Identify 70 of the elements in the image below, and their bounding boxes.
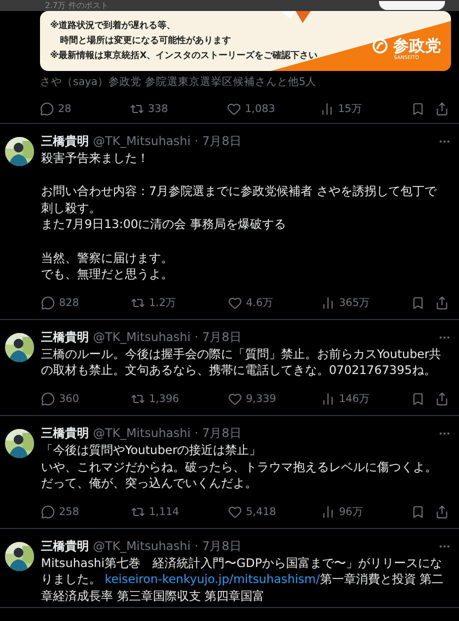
- like-count: 1,083: [245, 103, 276, 115]
- separator-dot: ·: [194, 330, 198, 344]
- author-handle: @TK_Mitsuhashi: [93, 426, 191, 440]
- post-date[interactable]: 7月8日: [202, 330, 242, 344]
- views-icon[interactable]: [321, 504, 335, 519]
- share-icon[interactable]: [435, 102, 449, 116]
- view-count: 146万: [339, 392, 370, 406]
- author-name[interactable]: 三橋貴明: [41, 538, 89, 555]
- view-count: 15万: [338, 102, 362, 116]
- share-icon[interactable]: [435, 504, 449, 519]
- separator-dot: ·: [194, 426, 198, 440]
- reply-icon[interactable]: [41, 296, 55, 310]
- views-icon[interactable]: [321, 392, 335, 406]
- reply-icon[interactable]: [40, 102, 54, 116]
- separator-dot: ·: [194, 538, 198, 553]
- separator-dot: ·: [194, 134, 198, 148]
- post-text: 殺害予告来ました！: [41, 150, 150, 167]
- views-icon[interactable]: [321, 296, 335, 310]
- repost-count: 1,396: [149, 392, 180, 405]
- heart-icon[interactable]: [228, 296, 242, 310]
- repost-count: 1,114: [149, 506, 180, 518]
- bookmark-icon[interactable]: [411, 504, 425, 519]
- post-link[interactable]: keiseiron-kenkyujo.jp/mitsuhashism/: [104, 572, 320, 586]
- reply-icon[interactable]: [41, 392, 55, 406]
- like-count: 9,339: [246, 392, 276, 405]
- share-icon[interactable]: [435, 296, 449, 310]
- post-text: でも、無理だと思うよ。: [41, 266, 174, 283]
- reply-icon[interactable]: [41, 504, 55, 519]
- post-text: 当然、警察に届けます。: [41, 250, 174, 266]
- post-text: 三橋のルール。今後は握手会の際に「質問」禁止。お前らカスYoutuber共の取材も禁止。文句あるなら、携帯に電話してきな。07021767395ね。: [41, 346, 442, 379]
- heart-icon[interactable]: [228, 392, 242, 406]
- banner-text: 時間と場所は変更になる可能性があります: [59, 36, 232, 46]
- reply-count: 258: [59, 506, 80, 518]
- post-text: また7月9日13:00に清の会 事務局を爆破する: [41, 216, 287, 233]
- post-date[interactable]: 7月8日: [202, 426, 242, 440]
- repost-icon[interactable]: [130, 102, 144, 116]
- logo-text: 参政党: [393, 37, 441, 55]
- author-handle: @TK_Mitsuhashi: [93, 330, 191, 344]
- heart-icon[interactable]: [227, 102, 241, 116]
- view-count: 96万: [339, 504, 364, 519]
- bookmark-icon[interactable]: [411, 102, 425, 116]
- bookmark-icon[interactable]: [411, 392, 425, 406]
- share-icon[interactable]: [435, 392, 449, 406]
- repost-count: 1.2万: [149, 296, 177, 310]
- party-logo-icon: [372, 38, 388, 54]
- post-date[interactable]: 7月8日: [202, 134, 242, 148]
- post-text: いや、これマジだからね。破ったら、トラウマ抱えるレベルに傷つくよ。だって、俺が、突っ込んでいくんだよ。: [41, 458, 438, 492]
- author-name[interactable]: 三橋貴明: [41, 133, 89, 150]
- view-count: 365万: [339, 296, 370, 310]
- banner-text: ※最新情報は東京統括X、インスタのストーリーズをご確認下さい: [50, 51, 319, 61]
- post-text: お問い合わせ内容：7月参院選までに参政党候補者 さやを誘拐して包丁で刺し殺す。: [41, 183, 438, 216]
- author-name[interactable]: 三橋貴明: [41, 328, 89, 346]
- heart-icon[interactable]: [228, 504, 242, 519]
- author-handle: @TK_Mitsuhashi: [93, 134, 191, 148]
- post-date[interactable]: 7月8日: [202, 538, 242, 553]
- author-handle: @TK_Mitsuhashi: [93, 538, 191, 553]
- tagged-users[interactable]: さや（saya）参政党 参院選東京選挙区候補さんと他5人: [40, 75, 451, 89]
- banner-text: ※道路状況で到着が遅れる等、: [50, 21, 177, 31]
- repost-count: 338: [148, 103, 168, 115]
- post-text: Mitsuhashi第七巻 経済統計入門〜GDPから国富まで〜」がリリースになりました。 keiseiron-kenkyujo.jp/mitsuhashism/第一章消費と投資 第二章経済成長率 第三章国際収支 第四章国富: [41, 554, 445, 604]
- author-name[interactable]: 三橋貴明: [41, 424, 89, 442]
- bookmark-icon[interactable]: [411, 296, 425, 310]
- reply-count: 28: [58, 103, 72, 115]
- views-icon[interactable]: [320, 102, 334, 116]
- post-count: 2.7万 件のポスト: [45, 0, 108, 10]
- like-count: 4.6万: [246, 296, 274, 310]
- reply-count: 360: [59, 392, 80, 405]
- post-text: 「今後は質問やYoutuberの接近は禁止」: [41, 442, 262, 459]
- like-count: 5,418: [246, 506, 276, 518]
- reply-count: 828: [59, 296, 80, 309]
